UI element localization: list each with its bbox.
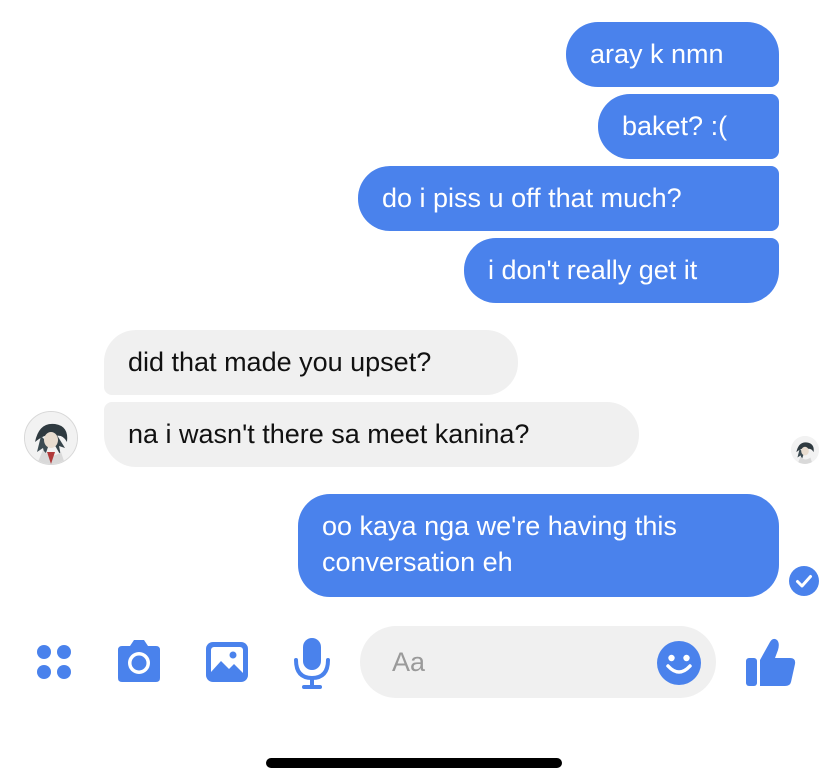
menu-dots-icon[interactable] [34, 642, 74, 682]
message-text: na i wasn't there sa meet kanina? [128, 419, 530, 449]
message-text: aray k nmn [590, 39, 724, 69]
delivered-check-icon [789, 566, 819, 596]
message-text: i don't really get it [488, 255, 698, 285]
image-icon[interactable] [204, 640, 250, 684]
avatar-image [25, 412, 77, 464]
message-bubble-received[interactable]: na i wasn't there sa meet kanina? [104, 402, 639, 467]
message-bubble-sent[interactable]: oo kaya nga we're having this conversati… [298, 494, 779, 597]
thumbs-up-icon[interactable] [744, 636, 798, 688]
home-indicator [266, 758, 562, 768]
microphone-icon[interactable] [292, 636, 332, 690]
message-bubble-sent[interactable]: i don't really get it [464, 238, 779, 303]
message-bubble-sent[interactable]: aray k nmn [566, 22, 779, 87]
sender-avatar[interactable] [24, 411, 78, 465]
message-text: baket? :( [622, 111, 728, 141]
message-input-placeholder: Aa [392, 647, 426, 677]
message-bubble-sent[interactable]: do i piss u off that much? [358, 166, 779, 231]
message-input[interactable]: Aa [360, 626, 716, 698]
message-text: do i piss u off that much? [382, 183, 682, 213]
message-bubble-received[interactable]: did that made you upset? [104, 330, 518, 395]
message-text-line: oo kaya nga we're having this [322, 511, 677, 541]
emoji-icon[interactable] [656, 640, 702, 686]
message-text-line: conversation eh [322, 547, 513, 577]
camera-icon[interactable] [114, 638, 164, 684]
seen-avatar [791, 436, 819, 464]
message-bubble-sent[interactable]: baket? :( [598, 94, 779, 159]
seen-avatar-image [791, 436, 819, 464]
message-text: did that made you upset? [128, 347, 432, 377]
